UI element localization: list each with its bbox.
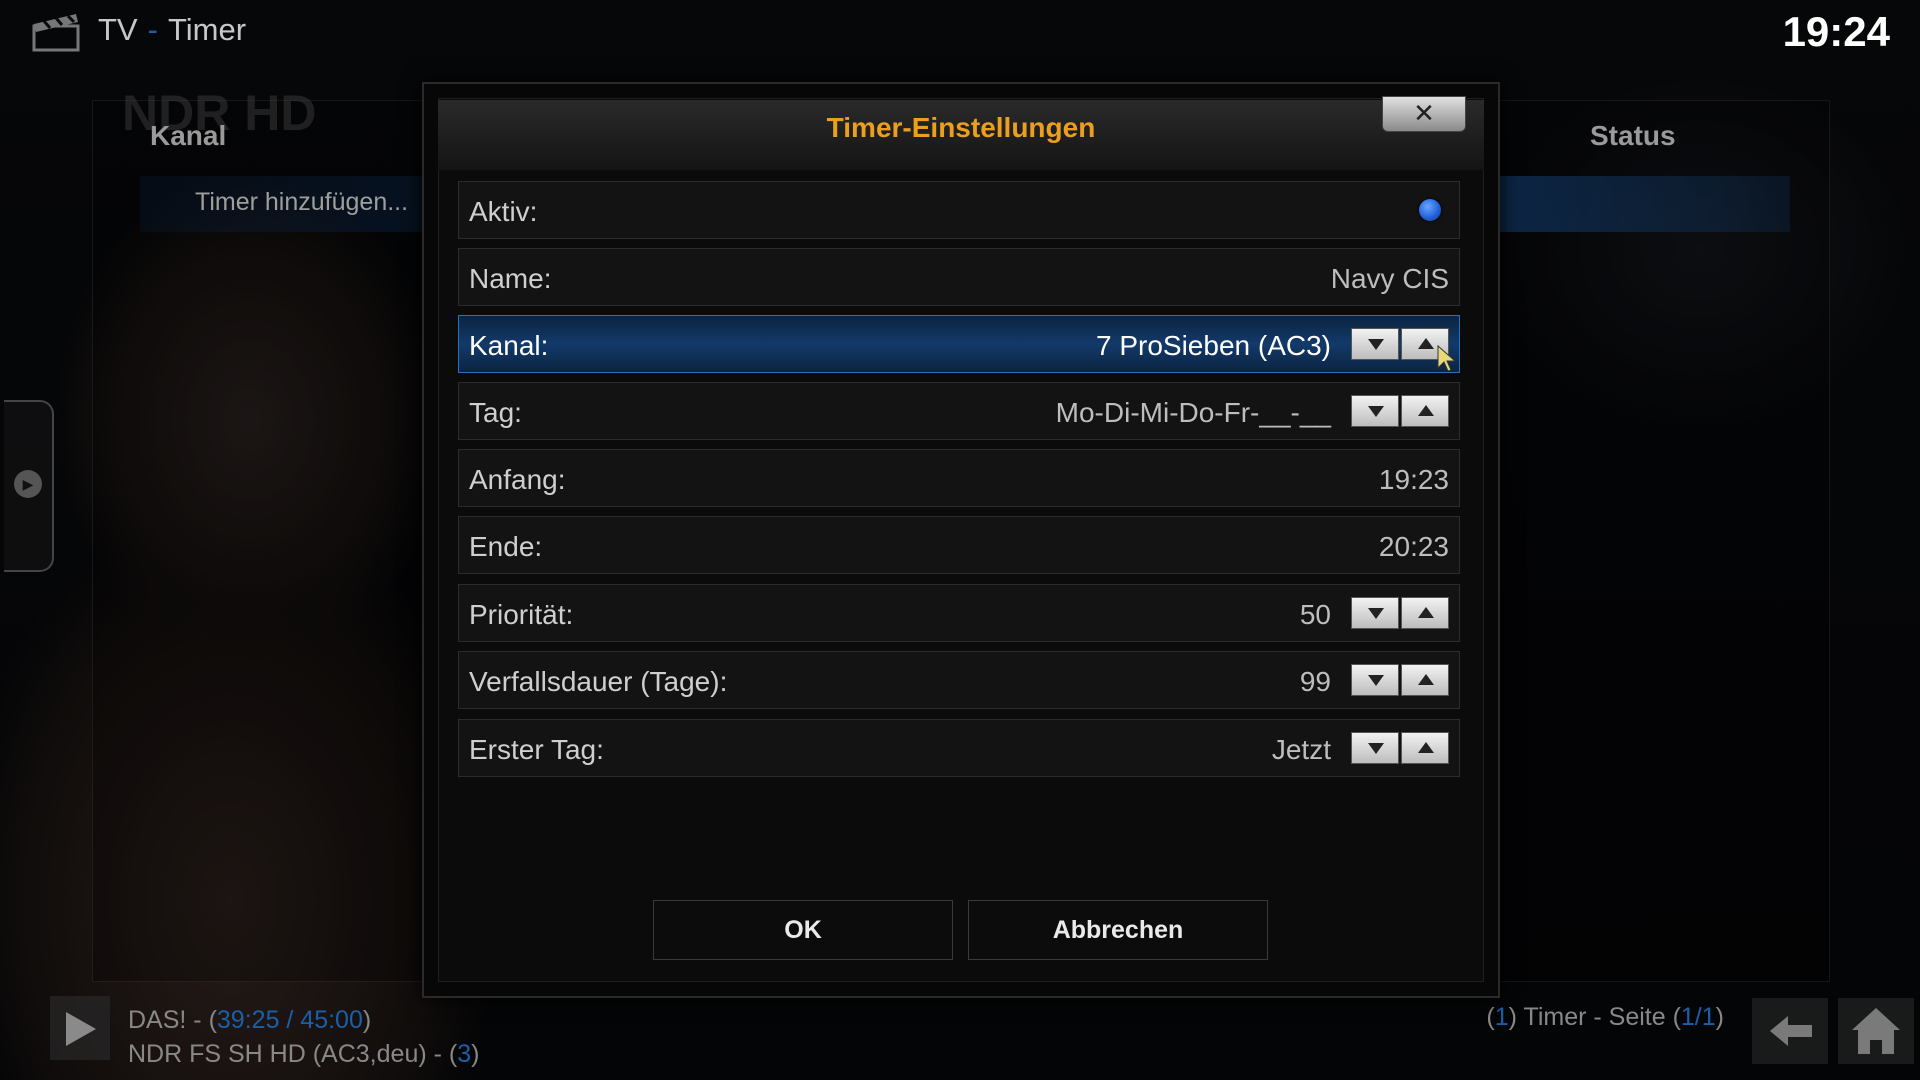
breadcrumb-section: TV	[98, 12, 138, 47]
chevron-down-icon	[1368, 339, 1384, 350]
setting-label: Name:	[469, 263, 552, 294]
setting-row-prioritaet[interactable]: Priorität: 50	[458, 584, 1460, 642]
setting-row-tag[interactable]: Tag: Mo-Di-Mi-Do-Fr-__-__	[458, 382, 1460, 440]
setting-value: Navy CIS	[1330, 263, 1449, 294]
setting-row-aktiv[interactable]: Aktiv:	[458, 181, 1460, 239]
home-button[interactable]	[1838, 998, 1914, 1064]
close-button[interactable]: ✕	[1382, 96, 1466, 132]
list-item-add-timer[interactable]: Timer hinzufügen...	[195, 188, 408, 217]
setting-row-anfang[interactable]: Anfang: 19:23	[458, 449, 1460, 507]
dialog-title: Timer-Einstellungen	[826, 112, 1096, 143]
play-icon	[66, 1012, 96, 1046]
now-playing-title: DAS! - (	[128, 1006, 217, 1034]
spinner-up-button[interactable]	[1401, 664, 1449, 696]
spinner	[1351, 328, 1449, 360]
setting-value: 19:23	[1378, 464, 1449, 495]
ok-button[interactable]: OK	[653, 900, 953, 960]
setting-label: Verfallsdauer (Tage):	[469, 666, 728, 697]
back-button[interactable]	[1752, 998, 1828, 1064]
setting-value: 50	[1299, 599, 1331, 630]
breadcrumb-page: Timer	[167, 12, 247, 47]
setting-value: Mo-Di-Mi-Do-Fr-__-__	[1055, 397, 1331, 428]
spinner-down-button[interactable]	[1351, 395, 1399, 427]
chevron-up-icon	[1418, 742, 1434, 753]
timer-count: 1	[1494, 1003, 1509, 1031]
column-header-status: Status	[1590, 120, 1676, 151]
chevron-up-icon	[1418, 674, 1434, 685]
chevron-up-icon	[1418, 405, 1434, 416]
spinner	[1351, 597, 1449, 629]
breadcrumb: TV - Timer	[98, 12, 246, 48]
spinner-down-button[interactable]	[1351, 328, 1399, 360]
spinner-down-button[interactable]	[1351, 732, 1399, 764]
setting-label: Kanal:	[469, 330, 549, 361]
page-info-text: ) Timer - Seite (	[1508, 1003, 1681, 1031]
back-arrow-icon	[1770, 1016, 1812, 1046]
spinner-up-button[interactable]	[1401, 732, 1449, 764]
cancel-button[interactable]: Abbrechen	[968, 900, 1268, 960]
column-header-kanal: Kanal	[150, 120, 227, 151]
chevron-down-icon	[1368, 743, 1384, 754]
now-playing-channel: NDR FS SH HD (AC3,deu) - (	[128, 1040, 458, 1068]
setting-label: Anfang:	[469, 464, 566, 495]
clapperboard-icon	[32, 14, 80, 52]
home-icon	[1852, 1008, 1900, 1054]
now-playing-channel-line: NDR FS SH HD (AC3,deu) - (3)	[128, 1037, 479, 1071]
spinner-up-button[interactable]	[1401, 395, 1449, 427]
setting-label: Aktiv:	[469, 196, 538, 227]
setting-label: Priorität:	[469, 599, 574, 630]
page-info: (1) Timer - Seite (1/1)	[1486, 1003, 1724, 1032]
play-button[interactable]	[50, 996, 110, 1060]
now-playing-time: 39:25 / 45:00	[216, 1006, 363, 1034]
setting-value: Jetzt	[1271, 734, 1331, 765]
setting-label: Ende:	[469, 531, 543, 562]
setting-row-ende[interactable]: Ende: 20:23	[458, 516, 1460, 574]
close-icon: ✕	[1413, 98, 1435, 128]
spinner-down-button[interactable]	[1351, 597, 1399, 629]
setting-value: 7 ProSieben (AC3)	[1095, 330, 1331, 361]
now-playing-channel-close-paren: )	[471, 1040, 480, 1068]
mouse-cursor-icon	[1437, 344, 1457, 372]
setting-row-name[interactable]: Name: Navy CIS	[458, 248, 1460, 306]
top-bar: TV - Timer 19:24	[0, 0, 1920, 64]
setting-row-kanal[interactable]: Kanal: 7 ProSieben (AC3)	[458, 315, 1460, 373]
side-menu-handle[interactable]: ▶	[4, 400, 54, 572]
spinner	[1351, 732, 1449, 764]
chevron-up-icon	[1418, 607, 1434, 618]
setting-value: 20:23	[1378, 531, 1449, 562]
now-playing-title-line: DAS! - (39:25 / 45:00)	[128, 1003, 479, 1037]
breadcrumb-separator: -	[147, 12, 158, 47]
setting-label: Tag:	[469, 397, 522, 428]
spinner	[1351, 395, 1449, 427]
chevron-up-icon	[1418, 338, 1434, 349]
page-info-open-paren: (	[1486, 1003, 1495, 1031]
chevron-down-icon	[1368, 675, 1384, 686]
spinner-down-button[interactable]	[1351, 664, 1399, 696]
clock: 19:24	[1782, 8, 1890, 55]
setting-row-verfallsdauer[interactable]: Verfallsdauer (Tage): 99	[458, 651, 1460, 709]
setting-label: Erster Tag:	[469, 734, 604, 765]
radio-indicator-icon[interactable]	[1419, 199, 1441, 221]
spinner-up-button[interactable]	[1401, 597, 1449, 629]
now-playing-info: DAS! - (39:25 / 45:00) NDR FS SH HD (AC3…	[128, 1003, 479, 1071]
now-playing-channel-number: 3	[457, 1040, 472, 1068]
now-playing-close-paren: )	[362, 1006, 372, 1034]
chevron-down-icon	[1368, 608, 1384, 619]
setting-row-erster-tag[interactable]: Erster Tag: Jetzt	[458, 719, 1460, 777]
chevron-down-icon	[1368, 406, 1384, 417]
setting-value: 99	[1299, 666, 1331, 697]
spinner	[1351, 664, 1449, 696]
page-info-close-paren: )	[1715, 1003, 1724, 1031]
page-number: 1/1	[1680, 1003, 1716, 1031]
side-menu-arrow-icon: ▶	[14, 470, 42, 498]
